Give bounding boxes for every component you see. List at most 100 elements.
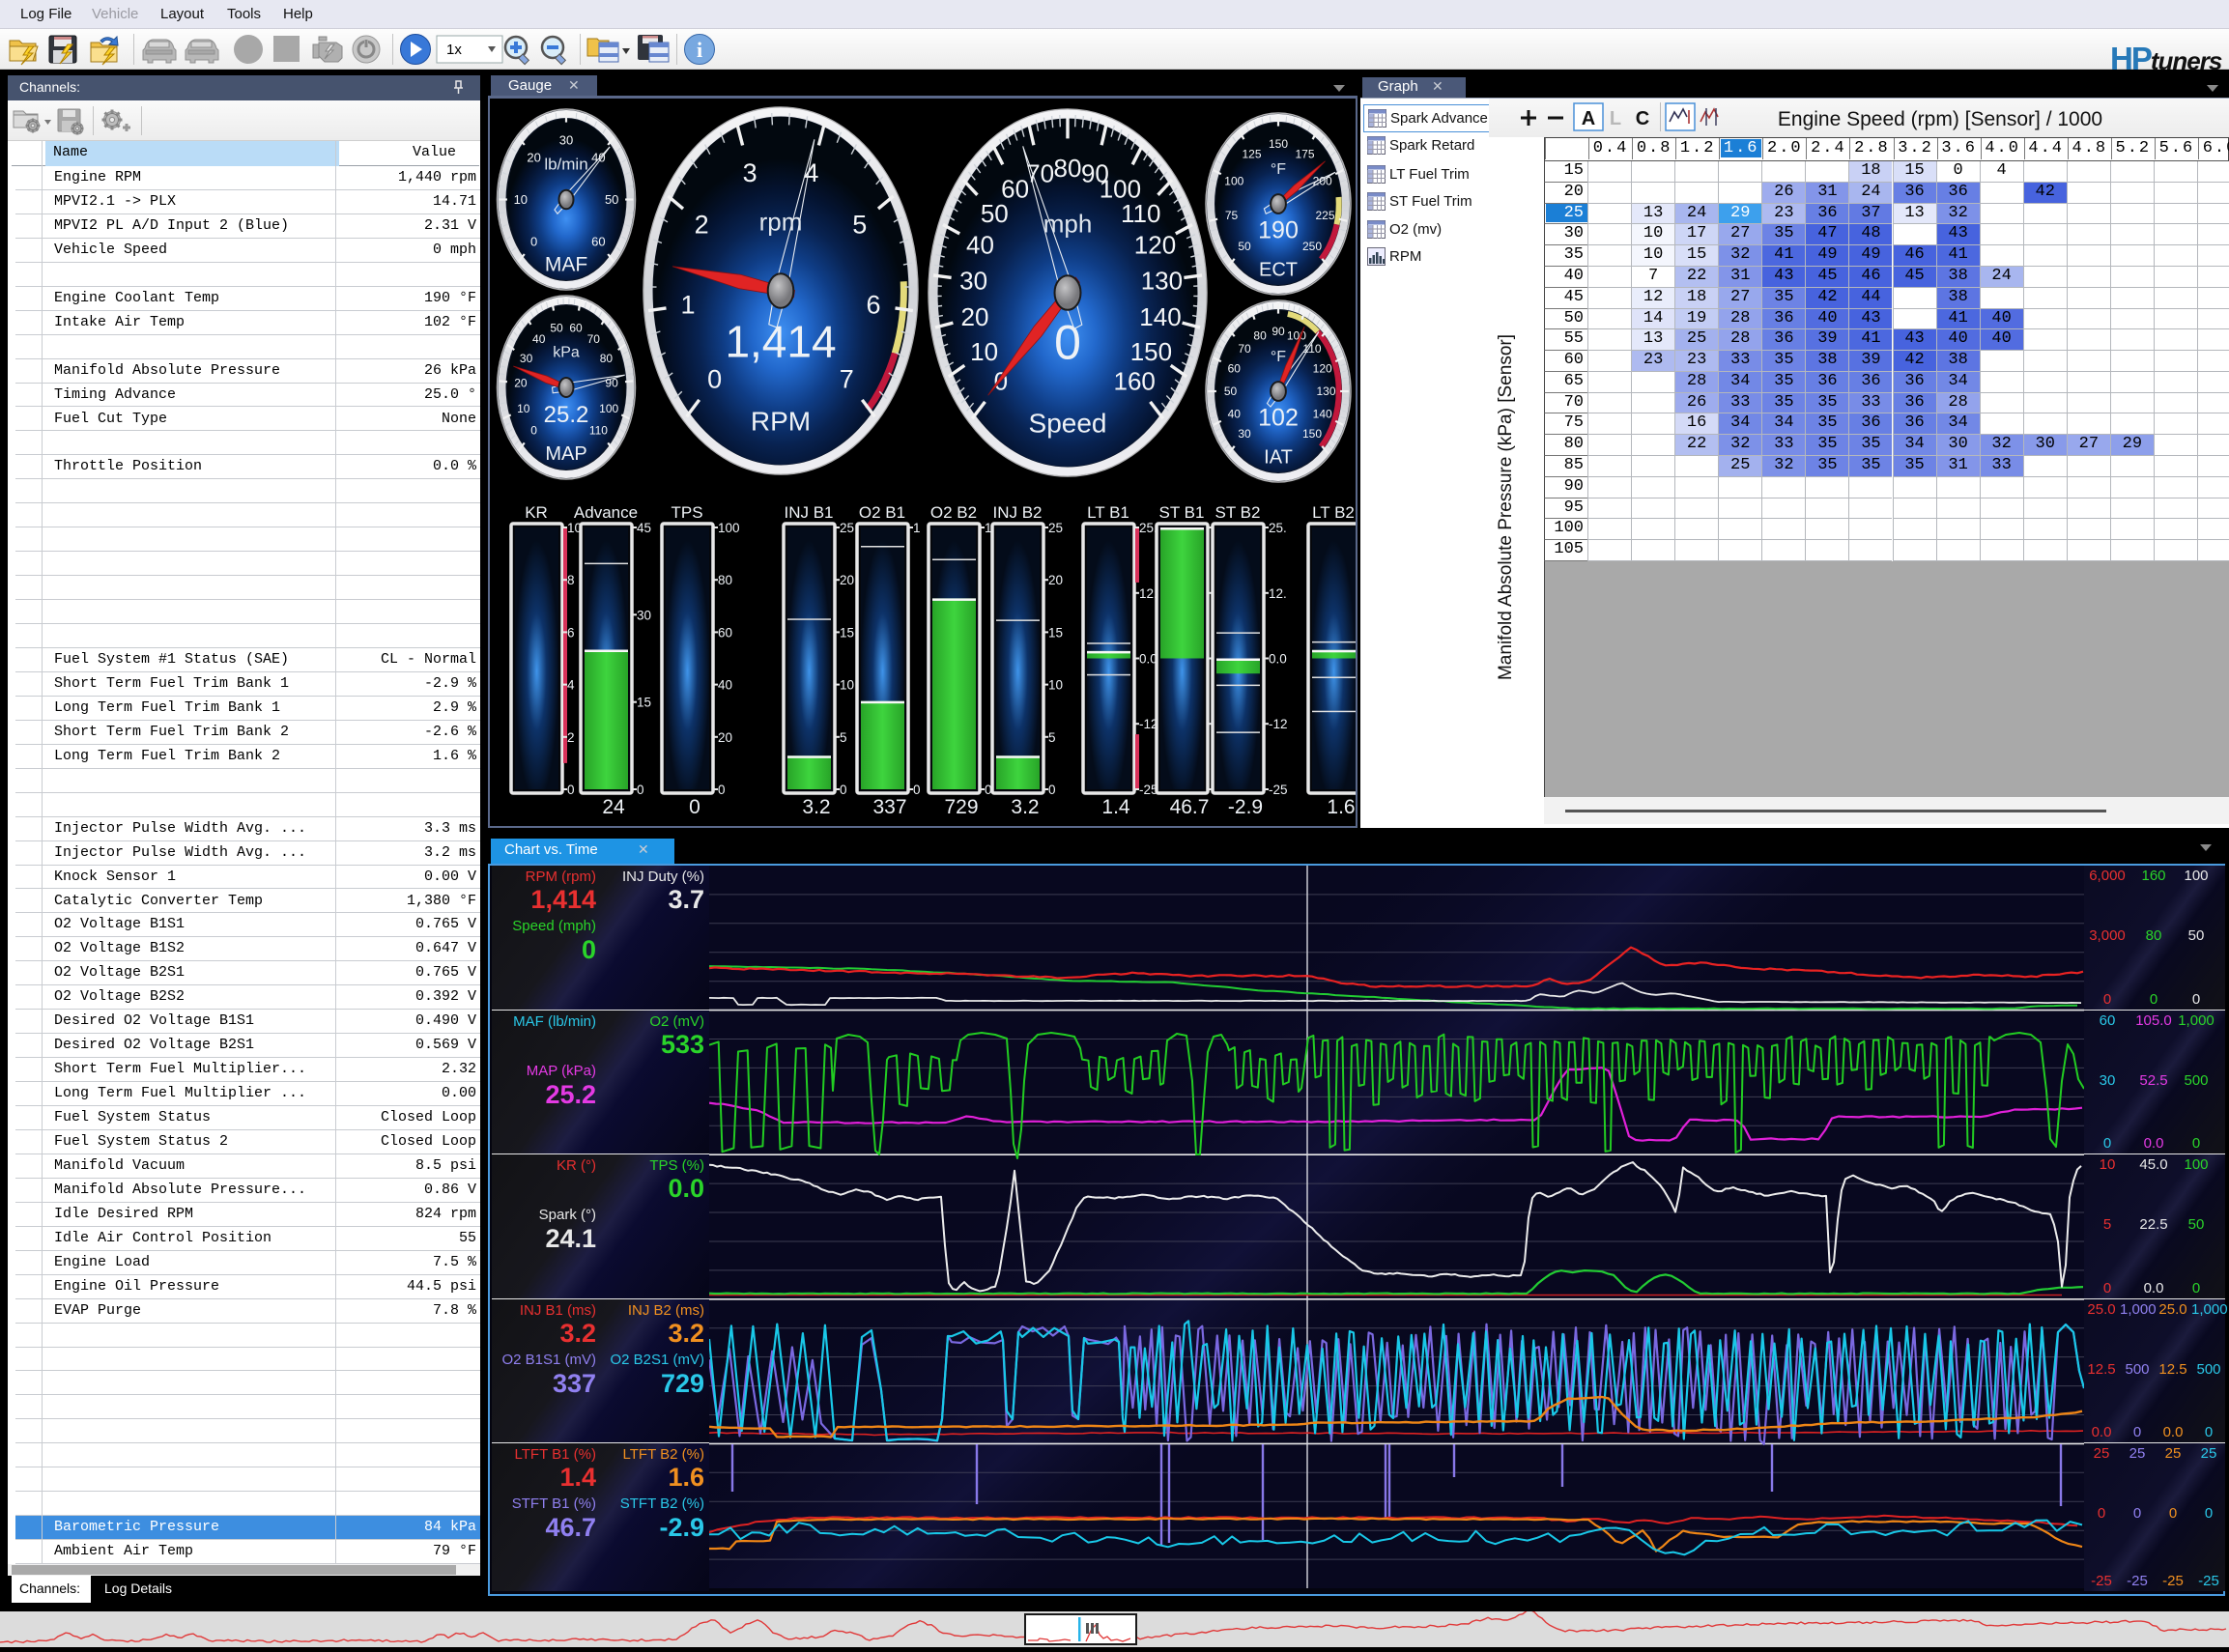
svg-text:2: 2 <box>567 730 575 745</box>
svg-text:12.: 12. <box>1139 586 1157 601</box>
svg-text:20: 20 <box>961 302 989 331</box>
svg-text:100: 100 <box>1224 174 1243 187</box>
svg-text:lb/min: lb/min <box>544 156 587 174</box>
svg-text:LT B1: LT B1 <box>1087 503 1129 522</box>
svg-text:i: i <box>697 38 702 62</box>
svg-text:4: 4 <box>567 678 575 693</box>
svg-text:1: 1 <box>680 291 695 320</box>
svg-text:6: 6 <box>866 291 880 320</box>
svg-text:25.: 25. <box>1269 521 1287 535</box>
svg-text:0: 0 <box>840 783 847 797</box>
svg-text:30: 30 <box>520 352 533 365</box>
svg-text:150: 150 <box>1130 337 1172 366</box>
svg-text:25: 25 <box>840 521 854 535</box>
svg-text:60: 60 <box>1001 175 1029 204</box>
svg-text:30: 30 <box>559 132 573 147</box>
svg-text:60: 60 <box>569 322 583 335</box>
svg-text:90: 90 <box>1272 325 1285 338</box>
svg-text:102: 102 <box>1258 405 1299 432</box>
svg-text:10: 10 <box>514 192 528 207</box>
svg-text:50: 50 <box>1224 385 1238 398</box>
svg-text:50: 50 <box>1238 240 1251 253</box>
svg-text:12.: 12. <box>1269 586 1287 601</box>
svg-text:Advance: Advance <box>574 503 638 522</box>
svg-text:°F: °F <box>1271 349 1286 365</box>
svg-text:80: 80 <box>1054 154 1082 183</box>
svg-text:100: 100 <box>1287 329 1306 343</box>
svg-text:0: 0 <box>530 423 537 437</box>
svg-text:MAF: MAF <box>545 253 587 275</box>
svg-text:LT B2: LT B2 <box>1312 503 1355 522</box>
svg-text:INJ B2: INJ B2 <box>992 503 1042 522</box>
svg-text:1: 1 <box>913 521 921 535</box>
svg-text:3.2: 3.2 <box>1011 796 1039 818</box>
svg-text:75: 75 <box>1225 209 1239 222</box>
svg-text:40: 40 <box>1228 408 1242 421</box>
svg-text:0: 0 <box>707 364 722 393</box>
svg-text:45: 45 <box>637 521 651 535</box>
svg-text:140: 140 <box>1139 302 1181 331</box>
svg-text:110: 110 <box>1121 199 1160 228</box>
svg-text:80: 80 <box>1253 329 1267 343</box>
svg-text:0.0: 0.0 <box>1139 652 1157 667</box>
svg-text:L: L <box>1610 108 1621 129</box>
svg-text:O2 B2: O2 B2 <box>930 503 977 522</box>
svg-text:15: 15 <box>637 696 651 710</box>
svg-text:160: 160 <box>1114 366 1156 395</box>
svg-text:-12: -12 <box>1269 717 1288 731</box>
svg-text:0: 0 <box>718 783 726 797</box>
svg-text:15: 15 <box>840 625 854 640</box>
svg-text:INJ B1: INJ B1 <box>784 503 833 522</box>
svg-text:0: 0 <box>1048 783 1056 797</box>
svg-text:A: A <box>1582 108 1595 129</box>
svg-text:1.6: 1.6 <box>1327 796 1355 818</box>
svg-text:ST B2: ST B2 <box>1215 503 1261 522</box>
svg-text:60: 60 <box>718 625 732 640</box>
svg-text:60: 60 <box>1228 361 1242 375</box>
svg-text:ECT: ECT <box>1259 259 1298 280</box>
svg-text:Speed: Speed <box>1029 408 1107 438</box>
svg-text:729: 729 <box>944 796 978 818</box>
svg-text:175: 175 <box>1295 147 1314 160</box>
svg-text:225: 225 <box>1315 209 1334 222</box>
svg-text:MAP: MAP <box>545 443 586 465</box>
svg-text:120: 120 <box>1134 231 1176 260</box>
svg-text:130: 130 <box>1316 385 1335 398</box>
svg-text:25.2: 25.2 <box>544 402 589 428</box>
svg-text:3: 3 <box>743 158 757 187</box>
svg-text:°F: °F <box>1271 161 1286 178</box>
svg-text:0: 0 <box>567 783 575 797</box>
svg-text:IAT: IAT <box>1264 446 1293 468</box>
svg-text:120: 120 <box>1313 361 1332 375</box>
svg-text:50: 50 <box>605 192 618 207</box>
svg-text:25.: 25. <box>1139 521 1157 535</box>
svg-text:80: 80 <box>600 352 614 365</box>
svg-text:40: 40 <box>966 231 994 260</box>
svg-text:0: 0 <box>913 783 921 797</box>
svg-text:6: 6 <box>567 625 575 640</box>
svg-text:46.7: 46.7 <box>1170 796 1210 818</box>
svg-text:KR: KR <box>525 503 548 522</box>
svg-text:30: 30 <box>1238 427 1251 441</box>
svg-text:70: 70 <box>1238 342 1251 356</box>
svg-text:20: 20 <box>1048 573 1063 587</box>
svg-text:20: 20 <box>718 730 732 745</box>
svg-text:150: 150 <box>1302 427 1322 441</box>
svg-text:RPM: RPM <box>751 406 811 436</box>
svg-text:5: 5 <box>852 210 867 239</box>
svg-text:1.4: 1.4 <box>1101 796 1130 818</box>
svg-text:337: 337 <box>872 796 906 818</box>
svg-text:30: 30 <box>637 608 651 622</box>
svg-text:15: 15 <box>1048 625 1063 640</box>
svg-text:80: 80 <box>718 573 732 587</box>
svg-text:1x: 1x <box>446 42 462 58</box>
svg-text:60: 60 <box>591 235 605 249</box>
svg-text:TPS: TPS <box>671 503 702 522</box>
svg-text:20: 20 <box>514 377 528 390</box>
svg-text:20: 20 <box>527 150 540 164</box>
svg-text:kPa: kPa <box>553 345 580 361</box>
svg-text:100: 100 <box>718 521 740 535</box>
svg-text:0: 0 <box>1054 315 1081 369</box>
svg-text:5: 5 <box>1048 730 1056 745</box>
svg-text:7: 7 <box>840 364 854 393</box>
